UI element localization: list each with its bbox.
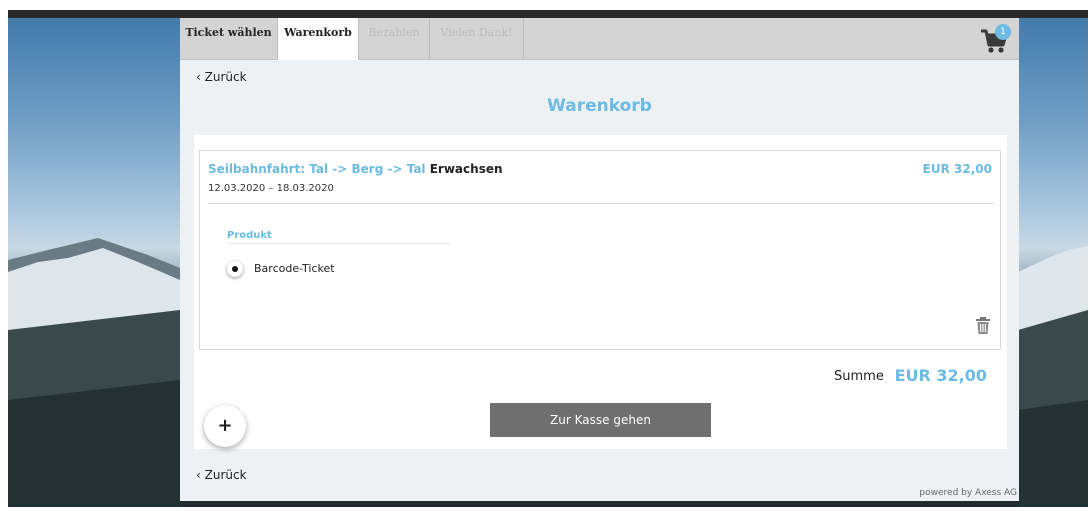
page-title: Warenkorb [547, 96, 652, 116]
cart-item: Seilbahnfahrt: Tal -> Berg -> Tal Erwach… [199, 150, 1001, 350]
cart-card: Seilbahnfahrt: Tal -> Berg -> Tal Erwach… [194, 135, 1007, 449]
tab-bezahlen: Bezahlen [359, 18, 430, 59]
step-tabs: Ticket wählen Warenkorb Bezahlen Vielen … [180, 18, 1019, 60]
shop-panel: Ticket wählen Warenkorb Bezahlen Vielen … [180, 18, 1019, 501]
product-label: Produkt [227, 230, 272, 241]
item-dates: 12.03.2020 – 18.03.2020 [208, 183, 334, 194]
tab-ticket-waehlen[interactable]: Ticket wählen [180, 18, 278, 59]
powered-by-footer: powered by Axess AG [919, 488, 1017, 498]
divider [208, 203, 994, 204]
back-link-bottom[interactable]: ‹ Zurück [196, 468, 247, 482]
item-name: Seilbahnfahrt: Tal -> Berg -> Tal Erwach… [208, 162, 503, 176]
cart-button[interactable]: 1 [979, 22, 1013, 54]
trash-icon[interactable] [975, 317, 991, 335]
add-ticket-button[interactable]: + [204, 405, 246, 447]
top-bar [8, 10, 1088, 18]
product-divider [227, 243, 451, 244]
item-category: Erwachsen [429, 162, 503, 176]
item-price: EUR 32,00 [922, 162, 992, 176]
summary-value: EUR 32,00 [894, 366, 987, 385]
checkout-button[interactable]: Zur Kasse gehen [490, 403, 711, 437]
item-product-name: Seilbahnfahrt: Tal -> Berg -> Tal [208, 162, 426, 176]
barcode-ticket-radio[interactable] [227, 261, 243, 277]
barcode-ticket-label[interactable]: Barcode-Ticket [254, 262, 335, 275]
tab-vielen-dank: Vielen Dank! [430, 18, 524, 59]
back-link-top[interactable]: ‹ Zurück [196, 70, 247, 84]
tab-warenkorb[interactable]: Warenkorb [278, 18, 359, 60]
cart-count-badge: 1 [995, 24, 1011, 40]
summary-label: Summe [834, 369, 884, 384]
